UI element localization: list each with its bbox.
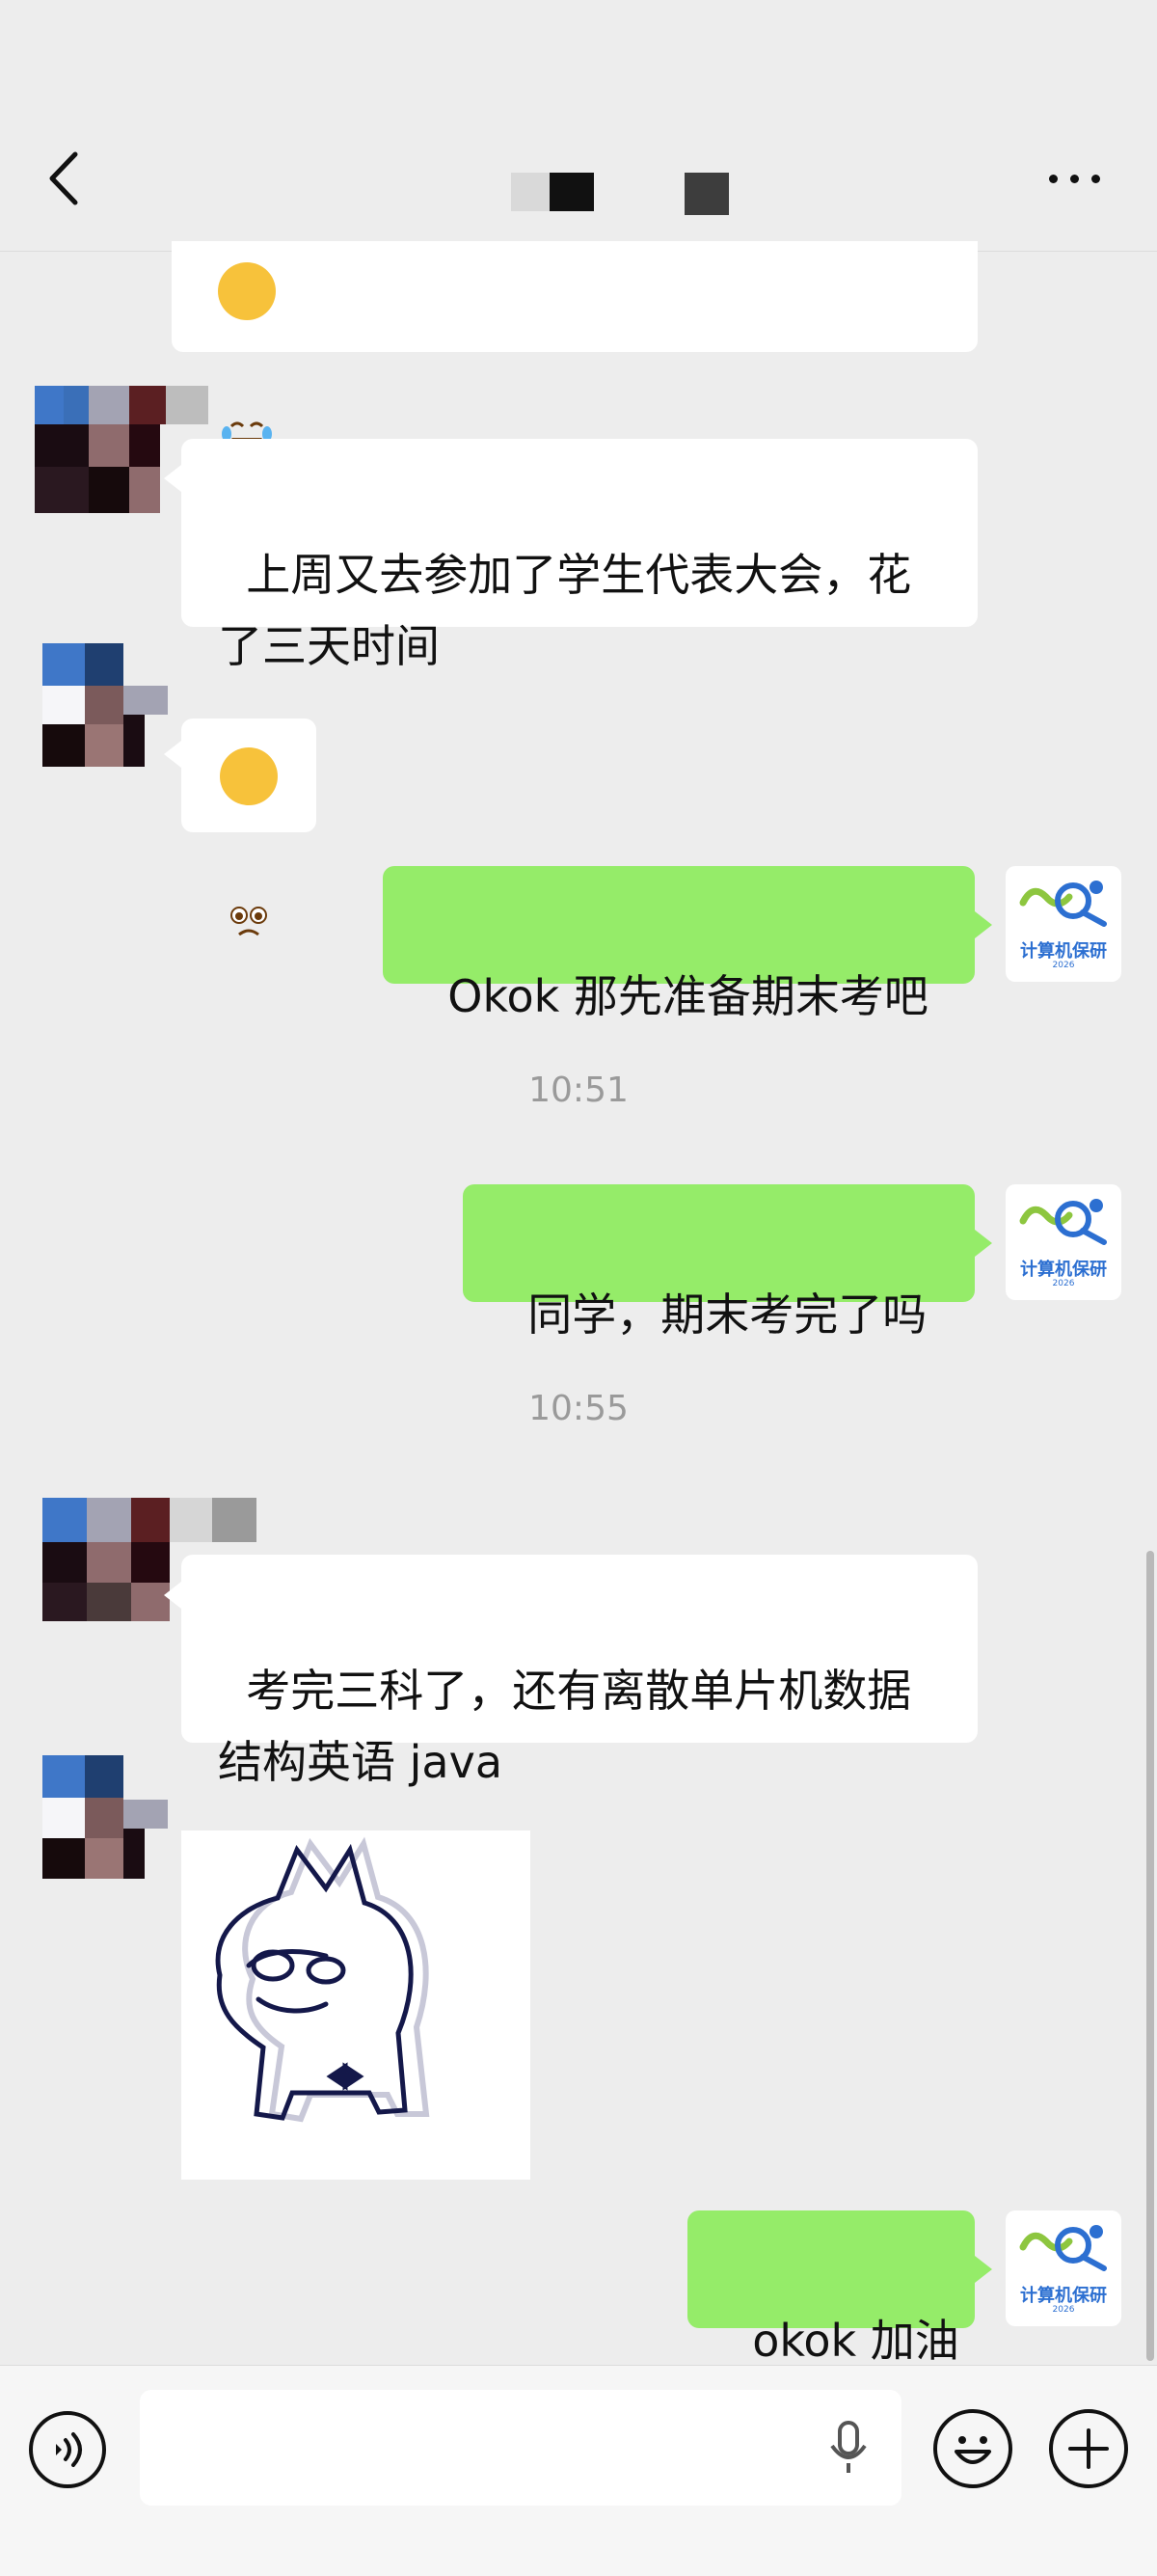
- logo-text: 计算机保研: [1020, 1260, 1107, 1280]
- back-button[interactable]: [39, 145, 87, 212]
- chat-title-redacted: [511, 169, 733, 215]
- my-avatar[interactable]: 计算机保研 2026: [1006, 1184, 1121, 1300]
- voice-mode-button[interactable]: [29, 2411, 106, 2488]
- message-bubble-outgoing[interactable]: Okok 那先准备期末考吧: [383, 866, 975, 1022]
- message-text: 考完三科了，还有离散单片机数据 结构英语 java: [218, 1665, 912, 1788]
- more-functions-button[interactable]: [1049, 2409, 1128, 2488]
- emoji-button[interactable]: [933, 2409, 1012, 2488]
- contact-avatar[interactable]: [42, 1755, 168, 1890]
- timestamp: 10:55: [528, 1389, 629, 1428]
- contact-avatar[interactable]: [42, 1498, 256, 1633]
- microphone-icon[interactable]: [824, 2419, 873, 2477]
- my-avatar[interactable]: 计算机保研 2026: [1006, 2210, 1121, 2326]
- message-bubble-outgoing[interactable]: okok 加油: [687, 2210, 975, 2367]
- message-input[interactable]: [140, 2390, 901, 2506]
- message-bubble-incoming[interactable]: [181, 719, 316, 936]
- message-text: okok 加油: [752, 2315, 959, 2367]
- laughing-crying-face-icon: [218, 262, 276, 447]
- chevron-left-icon: [49, 151, 78, 205]
- my-avatar[interactable]: 计算机保研 2026: [1006, 866, 1121, 982]
- logo-text: 计算机保研: [1020, 2286, 1107, 2306]
- contact-avatar[interactable]: [35, 386, 208, 521]
- voice-mode-icon: [56, 2432, 82, 2467]
- plus-icon: [1068, 2428, 1109, 2469]
- logo-subtext: 2026: [1052, 1279, 1075, 1288]
- message-bubble-incoming[interactable]: 考完三科了，还有离散单片机数据 结构英语 java: [181, 1555, 978, 1788]
- emoji-icon: [955, 2436, 991, 2464]
- chat-scrollbar[interactable]: [1146, 1551, 1154, 2361]
- message-text: 上周又去参加了学生代表大会，花 了三天时间: [218, 549, 912, 672]
- contact-avatar[interactable]: [42, 643, 168, 778]
- message-bubble-outgoing[interactable]: 同学，期末考完了吗: [463, 1184, 975, 1341]
- message-bubble-incoming[interactable]: 上周又去参加了学生代表大会，花 了三天时间: [181, 439, 978, 672]
- timestamp: 10:51: [528, 1071, 629, 1110]
- message-bubble-incoming[interactable]: [172, 241, 978, 447]
- message-text: Okok 那先准备期末考吧: [447, 970, 928, 1022]
- logo-text: 计算机保研: [1020, 941, 1107, 962]
- logo-subtext: 2026: [1052, 961, 1075, 970]
- logo-subtext: 2026: [1052, 2305, 1075, 2315]
- message-text: 同学，期末考完了吗: [527, 1288, 928, 1341]
- cat-doodle-sticker[interactable]: [181, 1830, 530, 2180]
- more-options-button[interactable]: [1041, 159, 1109, 198]
- pleading-face-icon: [220, 747, 278, 936]
